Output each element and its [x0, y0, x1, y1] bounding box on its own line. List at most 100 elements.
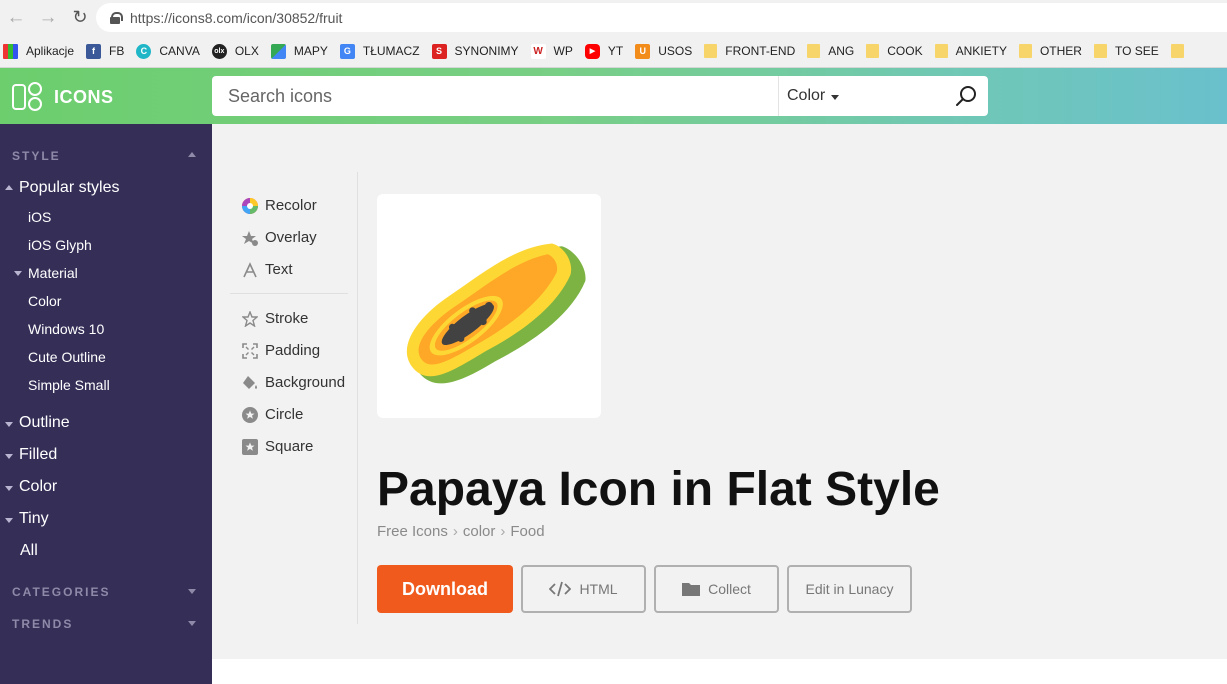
- tool-label: Circle: [265, 406, 304, 423]
- edit-in-lunacy-button[interactable]: Edit in Lunacy: [787, 565, 912, 613]
- tool-stroke[interactable]: Stroke: [241, 310, 308, 327]
- sidebar-item-all[interactable]: All: [20, 542, 38, 560]
- page-title: Papaya Icon in Flat Style: [377, 463, 940, 516]
- bookmark-label: ANG: [828, 44, 855, 58]
- bookmark-apps[interactable]: Aplikacje: [3, 43, 74, 59]
- collapsed-arrow-icon[interactable]: [5, 454, 13, 459]
- categories-section-title[interactable]: CATEGORIES: [12, 585, 110, 599]
- logo-text[interactable]: ICONS: [54, 87, 114, 108]
- bookmark-olx[interactable]: olx OLX: [211, 43, 259, 59]
- code-icon: [549, 581, 572, 597]
- sidebar-item-ios[interactable]: iOS: [28, 209, 51, 225]
- tool-circle[interactable]: Circle: [241, 406, 303, 423]
- sidebar-item-cute-outline[interactable]: Cute Outline: [28, 349, 106, 365]
- overlay-icon: [241, 229, 258, 246]
- search-divider: [778, 76, 779, 116]
- breadcrumb-color[interactable]: color: [463, 523, 496, 540]
- bookmark-other[interactable]: OTHER: [1018, 44, 1082, 58]
- style-section-title[interactable]: STYLE: [12, 149, 61, 163]
- bookmark-ang[interactable]: ANG: [807, 44, 854, 58]
- style-filter-label: Color: [787, 87, 826, 104]
- sidebar-item-tiny[interactable]: Tiny: [19, 510, 49, 528]
- html-button[interactable]: HTML: [521, 565, 646, 613]
- bookmark-label: WP: [553, 44, 573, 58]
- search-input[interactable]: [212, 76, 778, 116]
- page-lower-section: [212, 659, 1227, 684]
- tools-divider: [357, 172, 358, 624]
- download-button-label: Download: [402, 578, 488, 599]
- collect-button[interactable]: Collect: [654, 565, 779, 613]
- app-header: ICONS Color: [0, 68, 1227, 124]
- papaya-icon: [406, 243, 586, 384]
- sidebar-item-color-group[interactable]: Color: [19, 478, 57, 496]
- collapse-arrow-icon[interactable]: [188, 152, 196, 157]
- search-box: Color: [212, 76, 988, 116]
- tool-recolor[interactable]: Recolor: [241, 197, 317, 214]
- sidebar-item-ios-glyph[interactable]: iOS Glyph: [28, 237, 92, 253]
- bookmark-overflow[interactable]: [1170, 44, 1192, 58]
- sidebar-item-simple-small[interactable]: Simple Small: [28, 377, 110, 393]
- bookmark-canva[interactable]: C CANVA: [136, 43, 200, 59]
- sidebar-item-outline[interactable]: Outline: [19, 414, 70, 432]
- bookmark-label: OLX: [234, 44, 259, 58]
- tool-padding[interactable]: Padding: [241, 342, 320, 359]
- bookmark-synonimy[interactable]: S SYNONIMY: [431, 43, 519, 59]
- tool-text[interactable]: Text: [241, 261, 293, 278]
- bookmark-label: USOS: [658, 44, 693, 58]
- bookmark-front-end[interactable]: FRONT-END: [704, 44, 795, 58]
- sidebar-item-filled[interactable]: Filled: [19, 446, 57, 464]
- expand-arrow-icon[interactable]: [188, 621, 196, 626]
- expanded-arrow-icon[interactable]: [14, 271, 22, 276]
- address-bar[interactable]: https://icons8.com/icon/30852/fruit: [96, 3, 1227, 32]
- sidebar-item-popular-styles[interactable]: Popular styles: [19, 179, 120, 197]
- sidebar-item-material[interactable]: Material: [28, 265, 78, 281]
- collapsed-arrow-icon[interactable]: [5, 422, 13, 427]
- tool-label: Recolor: [265, 197, 317, 214]
- bookmark-usos[interactable]: U USOS: [635, 43, 693, 59]
- bookmark-cook[interactable]: COOK: [866, 44, 923, 58]
- trends-section-title[interactable]: TRENDS: [12, 617, 73, 631]
- bookmark-ankiety[interactable]: ANKIETY: [934, 44, 1007, 58]
- tool-background[interactable]: Background: [241, 374, 345, 391]
- sidebar-item-color[interactable]: Color: [28, 293, 61, 309]
- folder-icon: [682, 582, 701, 596]
- collapsed-arrow-icon[interactable]: [5, 486, 13, 491]
- style-filter-dropdown[interactable]: Color: [787, 87, 840, 105]
- tool-overlay[interactable]: Overlay: [241, 229, 317, 246]
- folder-icon: [934, 44, 948, 58]
- bookmark-tlumacz[interactable]: G TŁUMACZ: [339, 43, 420, 59]
- olx-icon: olx: [211, 43, 227, 59]
- bookmark-yt[interactable]: ▶ YT: [584, 43, 623, 59]
- browser-toolbar: ← → ↻ https://icons8.com/icon/30852/frui…: [0, 0, 1227, 35]
- html-button-label: HTML: [579, 581, 618, 597]
- expand-arrow-icon[interactable]: [188, 589, 196, 594]
- tool-label: Stroke: [265, 310, 309, 327]
- reload-button[interactable]: ↻: [64, 0, 96, 35]
- download-button[interactable]: Download: [377, 565, 513, 613]
- tool-square[interactable]: Square: [241, 438, 313, 455]
- bookmark-fb[interactable]: f FB: [86, 43, 124, 59]
- tool-label: Overlay: [265, 229, 317, 246]
- collapsed-arrow-icon[interactable]: [5, 518, 13, 523]
- bookmark-mapy[interactable]: MAPY: [270, 43, 328, 59]
- tool-label: Padding: [265, 342, 321, 359]
- recolor-icon: [241, 197, 258, 214]
- icons8-logo-icon[interactable]: [12, 82, 44, 112]
- folder-icon: [866, 44, 880, 58]
- sidebar-item-windows-10[interactable]: Windows 10: [28, 321, 104, 337]
- usos-icon: U: [635, 43, 651, 59]
- breadcrumb-food[interactable]: Food: [510, 523, 544, 540]
- forward-button[interactable]: →: [32, 0, 64, 35]
- caret-down-icon: [831, 94, 840, 100]
- paint-bucket-icon: [241, 374, 258, 391]
- bookmark-label: COOK: [887, 44, 923, 58]
- breadcrumb-free-icons[interactable]: Free Icons: [377, 523, 448, 540]
- star-outline-icon: [241, 310, 258, 327]
- back-button[interactable]: ←: [0, 0, 32, 35]
- tool-label: Text: [265, 261, 293, 278]
- bookmark-wp[interactable]: W WP: [530, 43, 573, 59]
- search-icon[interactable]: [954, 84, 978, 108]
- bookmark-to-see[interactable]: TO SEE: [1093, 44, 1159, 58]
- expanded-arrow-icon[interactable]: [5, 185, 13, 190]
- text-icon: [241, 261, 258, 278]
